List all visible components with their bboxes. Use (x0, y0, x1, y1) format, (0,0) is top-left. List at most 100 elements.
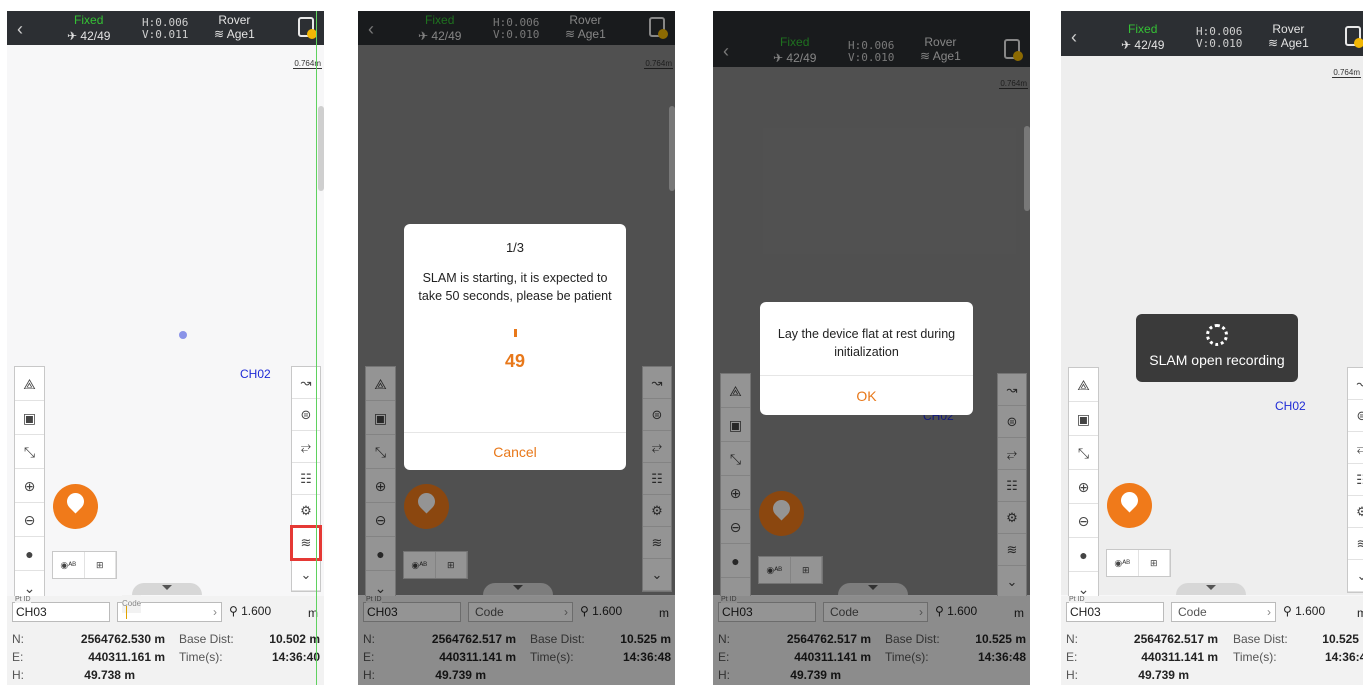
stakeout-icon[interactable]: ⟁ (1069, 368, 1098, 402)
antenna-icon: ⚲ (1283, 604, 1296, 618)
base-dist-label: Base Dist: (179, 632, 234, 646)
fix-label: Fixed (1128, 22, 1158, 36)
fix-status: Fixed ✈ 42/49 (67, 13, 110, 45)
slam-recording-toast: SLAM open recording (1136, 314, 1298, 382)
qr-code-icon[interactable]: ⊞ (85, 552, 116, 578)
time-value: 14:36:48 (1324, 650, 1363, 664)
rover-status: Rover ≋ Age1 (214, 13, 255, 41)
scrollbar[interactable] (318, 106, 324, 191)
row-e: E: 440311.141 m Time(s): 14:36:48 (1066, 650, 1363, 666)
time-label: Time(s): (1233, 650, 1277, 664)
time-value: 14:36:40 (271, 650, 320, 664)
stakeout-icon[interactable]: ⟁ (15, 367, 44, 401)
left-toolbar: ⟁ ▣ ⤡ ⊕ ⊖ ● ⌄ (1068, 367, 1099, 607)
panel-toggle[interactable] (1176, 583, 1246, 595)
pt-id-label: Pt ID (1069, 596, 1085, 603)
h-label: H: (12, 668, 24, 682)
device-icon[interactable] (298, 17, 317, 39)
code-field[interactable]: Code › (1171, 602, 1276, 622)
expand-more-icon[interactable]: ⌄ (1348, 560, 1363, 592)
ok-button[interactable]: OK (760, 375, 973, 415)
n-label: N: (1066, 632, 1078, 646)
back-button[interactable]: ‹ (1071, 27, 1077, 48)
age-label: Age1 (1280, 36, 1309, 50)
left-toolbar: ⟁ ▣ ⤡ ⊕ ⊖ ● ⌄ (14, 366, 45, 606)
n-value: 2564762.530 m (80, 632, 165, 646)
abcd-icon[interactable]: ◉ᴬᴮ (1107, 550, 1139, 576)
pt-id-field[interactable]: Pt ID CH03 (1066, 596, 1164, 622)
satellite-count: 42/49 (1134, 38, 1165, 52)
row-h: H: 49.738 m (12, 668, 320, 684)
list-icon[interactable]: ☷ (1348, 464, 1363, 496)
n-label: N: (12, 632, 24, 646)
satellite-count: 42/49 (80, 29, 111, 43)
point-label[interactable]: CH02 (240, 367, 271, 381)
countdown: 49 (504, 351, 526, 371)
abcd-icon[interactable]: ◉ᴬᴮ (53, 552, 85, 578)
base-dist-value: 10.502 m (269, 632, 320, 646)
globe-icon[interactable]: ● (15, 537, 44, 571)
antenna-value: 1.600 (1295, 604, 1326, 618)
rover-label: Rover (218, 13, 251, 27)
antenna-height[interactable]: ⚲ 1.600 (229, 604, 271, 618)
curve-icon[interactable]: ↝ (1348, 368, 1363, 400)
mini-toolbar: ◉ᴬᴮ ⊞ (1106, 549, 1171, 577)
cancel-button[interactable]: Cancel (404, 432, 626, 470)
divider (316, 11, 317, 685)
dialog-message: Lay the device flat at rest during initi… (777, 327, 956, 359)
qr-code-icon[interactable]: ⊞ (1139, 550, 1170, 576)
zoom-in-icon[interactable]: ⊕ (15, 469, 44, 503)
panel-toggle[interactable] (132, 583, 202, 595)
survey-pole-icon[interactable]: ⥂ (1348, 432, 1363, 464)
wifi-icon: ≋ (214, 27, 227, 41)
measure-point-button[interactable] (53, 484, 98, 529)
zoom-extent-icon[interactable]: ▣ (15, 401, 44, 435)
zoom-out-icon[interactable]: ⊖ (1069, 504, 1098, 538)
pt-id-label: Pt ID (15, 596, 31, 603)
point-info-panel: Pt ID CH03 Code › ⚲ 1.600 m N: 2564762.517 … (1061, 596, 1363, 685)
locate-icon[interactable]: ⊜ (1348, 400, 1363, 432)
satellite-icon: ✈ (67, 29, 81, 43)
point-label[interactable]: CH02 (1275, 399, 1306, 413)
code-label: Code (1178, 605, 1207, 619)
fix-status: Fixed ✈ 42/49 (1121, 22, 1164, 54)
phone-screen-2: ‹ Fixed ✈ 42/49 H:0.006 V:0.010 Rover ≋ … (358, 11, 675, 685)
zoom-in-icon[interactable]: ⊕ (1069, 470, 1098, 504)
scale-bar: 0.764m (1332, 68, 1361, 78)
base-dist-label: Base Dist: (1233, 632, 1288, 646)
row-n: N: 2564762.517 m Base Dist: 10.525 m (1066, 632, 1363, 648)
antenna-height[interactable]: ⚲ 1.600 (1283, 604, 1325, 618)
precision-readout: H:0.006 V:0.011 (142, 17, 188, 41)
settings-icon[interactable]: ⚙ (1348, 496, 1363, 528)
right-toolbar: ↝ ⊜ ⥂ ☷ ⚙ ≋ ⌄ (1347, 367, 1363, 593)
zoom-out-icon[interactable]: ⊖ (15, 503, 44, 537)
age-label: Age1 (226, 27, 255, 41)
code-field[interactable]: Code › (117, 595, 222, 622)
dialog-step: 1/3 (505, 240, 525, 255)
row-n: N: 2564762.530 m Base Dist: 10.502 m (12, 632, 320, 648)
chevron-right-icon[interactable]: › (213, 605, 217, 619)
pt-id-field[interactable]: Pt ID CH03 (12, 596, 110, 622)
v-precision: V:0.010 (1196, 37, 1243, 50)
back-button[interactable]: ‹ (17, 19, 23, 40)
base-dist-value: 10.525 m (1322, 632, 1363, 646)
n-value: 2564762.517 m (1133, 632, 1218, 646)
globe-icon[interactable]: ● (1069, 538, 1098, 572)
v-precision: V:0.011 (142, 28, 189, 41)
shrink-icon[interactable]: ⤡ (1069, 436, 1098, 470)
row-h: H: 49.739 m (1066, 668, 1359, 684)
rover-label: Rover (1272, 22, 1305, 36)
toast-message: SLAM open recording (1149, 352, 1285, 368)
dialog-message: SLAM is starting, it is expected to take… (418, 271, 612, 303)
device-icon[interactable] (1345, 26, 1363, 48)
lay-flat-dialog: Lay the device flat at rest during initi… (760, 302, 973, 415)
measure-point-button[interactable] (1107, 483, 1152, 528)
mixed-mode-icon[interactable]: ≋ (1348, 528, 1363, 560)
unit-label: m (1357, 606, 1363, 620)
spinner-icon (1206, 324, 1228, 346)
h-label: H: (1066, 668, 1078, 682)
chevron-right-icon[interactable]: › (1267, 605, 1271, 619)
status-bar: ‹ Fixed ✈ 42/49 H:0.006 V:0.011 Rover ≋ … (7, 11, 324, 45)
shrink-icon[interactable]: ⤡ (15, 435, 44, 469)
zoom-extent-icon[interactable]: ▣ (1069, 402, 1098, 436)
